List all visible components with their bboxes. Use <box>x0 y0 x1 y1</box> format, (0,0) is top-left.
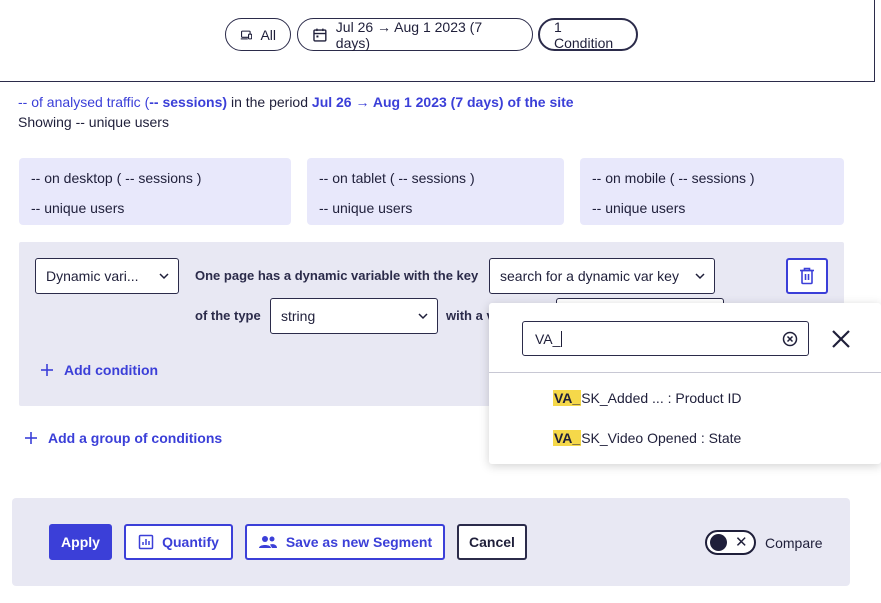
plus-icon <box>25 432 37 444</box>
showing-prefix: Showing <box>18 114 76 130</box>
condition-filter-label: 1 Condition <box>554 18 614 51</box>
dropdown-option[interactable]: VA_SK_Added ... : Product ID <box>553 390 742 406</box>
key-label: One page has a dynamic variable with the… <box>195 268 479 283</box>
trash-icon <box>800 267 814 285</box>
datatype-select[interactable]: string <box>270 298 438 334</box>
dynamic-var-search-input[interactable]: VA_ <box>522 321 809 356</box>
type-label: of the type <box>195 308 261 323</box>
devices-icon <box>240 30 253 39</box>
quantify-label: Quantify <box>162 534 219 550</box>
traffic-prefix: -- of analysed traffic ( <box>18 94 150 110</box>
date-filter-pill[interactable]: Jul 26 → Aug 1 2023 (7 days) <box>297 18 533 51</box>
unique-users-count: -- unique users <box>75 114 169 130</box>
desktop-sessions: -- on desktop ( -- sessions ) <box>31 170 202 186</box>
close-icon: ✕ <box>735 534 748 551</box>
dropdown-divider <box>489 372 881 373</box>
dynamic-var-key-select[interactable]: search for a dynamic var key <box>489 258 715 294</box>
option-match: VA_ <box>553 390 582 406</box>
delete-condition-button[interactable] <box>786 258 828 294</box>
calendar-icon <box>313 28 327 42</box>
header-divider <box>0 81 874 82</box>
value-label: with a v <box>446 308 494 323</box>
date-filter-label: Jul 26 → Aug 1 2023 (7 days) <box>335 18 483 51</box>
add-group-link[interactable]: Add a group of conditions <box>24 430 222 446</box>
cancel-label: Cancel <box>469 534 515 550</box>
option-rest: SK_Added ... : Product ID <box>581 390 742 406</box>
option-match: VA_ <box>553 430 582 446</box>
device-filter-label: All <box>260 26 276 43</box>
tablet-sessions: -- on tablet ( -- sessions ) <box>319 170 475 186</box>
period-value: Jul 26 → Aug 1 2023 (7 days) of the site <box>311 94 574 110</box>
close-dropdown-icon[interactable] <box>830 328 852 350</box>
compare-label: Compare <box>765 535 823 551</box>
cancel-button[interactable]: Cancel <box>457 524 527 560</box>
showing-summary: Showing -- unique users <box>18 114 169 130</box>
dynamic-var-key-value: search for a dynamic var key <box>500 268 679 284</box>
apply-label: Apply <box>61 534 100 550</box>
chevron-down-icon <box>418 313 428 320</box>
datatype-value: string <box>281 308 316 324</box>
add-group-label: Add a group of conditions <box>48 430 223 446</box>
mobile-users: -- unique users <box>592 200 686 216</box>
desktop-card: -- on desktop ( -- sessions ) -- unique … <box>19 158 291 225</box>
clear-input-icon[interactable] <box>782 331 798 347</box>
header-edge <box>874 0 875 82</box>
condition-type-select[interactable]: Dynamic vari... <box>35 258 179 294</box>
chevron-down-icon <box>695 273 705 280</box>
bar-chart-icon <box>138 534 154 550</box>
mobile-sessions: -- on mobile ( -- sessions ) <box>592 170 755 186</box>
device-filter-pill[interactable]: All <box>225 18 291 51</box>
save-segment-button[interactable]: Save as new Segment <box>245 524 445 560</box>
users-icon <box>258 536 277 548</box>
toggle-knob <box>710 534 727 551</box>
option-rest: SK_Video Opened : State <box>581 430 742 446</box>
tablet-users: -- unique users <box>319 200 413 216</box>
add-condition-label: Add condition <box>64 362 159 378</box>
add-condition-link[interactable]: Add condition <box>40 362 158 378</box>
condition-filter-pill[interactable]: 1 Condition <box>538 18 638 51</box>
period-text: in the period <box>227 94 312 110</box>
condition-type-value: Dynamic vari... <box>46 268 139 284</box>
sessions-count: -- sessions) <box>149 94 228 110</box>
dropdown-option[interactable]: VA_SK_Video Opened : State <box>553 430 741 446</box>
chevron-down-icon <box>159 273 169 280</box>
save-segment-label: Save as new Segment <box>285 534 433 550</box>
desktop-users: -- unique users <box>31 200 125 216</box>
mobile-card: -- on mobile ( -- sessions ) -- unique u… <box>580 158 844 225</box>
tablet-card: -- on tablet ( -- sessions ) -- unique u… <box>307 158 564 225</box>
compare-toggle[interactable]: ✕ <box>705 530 756 555</box>
search-input-value: VA_ <box>535 330 563 347</box>
plus-icon <box>41 364 53 376</box>
quantify-button[interactable]: Quantify <box>124 524 233 560</box>
apply-button[interactable]: Apply <box>49 524 112 560</box>
traffic-summary: -- of analysed traffic (-- sessions) in … <box>18 92 574 112</box>
